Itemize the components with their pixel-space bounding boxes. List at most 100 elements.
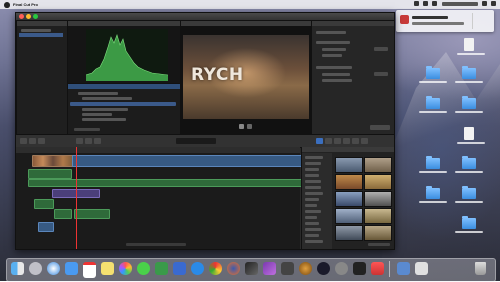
volume-icon[interactable]	[423, 1, 428, 6]
folder-icon[interactable]	[426, 96, 440, 109]
folder-icon[interactable]	[462, 66, 476, 79]
folder-icon[interactable]	[426, 186, 440, 199]
audio-clip[interactable]	[28, 179, 302, 187]
effects-category[interactable]	[305, 186, 321, 189]
video-clip-thumbnail[interactable]	[32, 155, 74, 167]
messages-icon[interactable]	[137, 262, 150, 275]
mail-icon[interactable]	[65, 262, 78, 275]
window-titlebar[interactable]	[16, 13, 394, 20]
effects-category[interactable]	[305, 204, 317, 207]
lion-app-icon[interactable]	[299, 262, 312, 275]
notification-center-icon[interactable]	[491, 1, 496, 6]
effects-category[interactable]	[305, 168, 319, 171]
audio-clip[interactable]	[74, 209, 110, 219]
wifi-icon[interactable]	[414, 1, 419, 6]
audio-clip[interactable]	[28, 169, 72, 179]
list-item[interactable]	[82, 97, 132, 100]
timeline-ruler[interactable]	[16, 147, 300, 153]
chrome-icon[interactable]	[209, 262, 222, 275]
effect-thumbnail[interactable]	[335, 208, 363, 224]
effects-category[interactable]	[305, 180, 321, 183]
list-item[interactable]	[82, 113, 112, 116]
effects-category[interactable]	[305, 192, 323, 195]
effects-category[interactable]	[305, 216, 317, 219]
play-button[interactable]	[239, 124, 244, 129]
inspector-section-label[interactable]	[316, 66, 352, 69]
notification-close-button[interactable]	[472, 13, 493, 29]
menu-app-name[interactable]: Final Cut Pro	[13, 2, 38, 7]
minimize-window-button[interactable]	[26, 14, 31, 19]
list-item-selected[interactable]	[70, 102, 176, 106]
folder-icon[interactable]	[426, 66, 440, 79]
timecode-display[interactable]	[176, 138, 216, 144]
effect-thumbnail[interactable]	[364, 174, 392, 190]
effect-thumbnail[interactable]	[335, 191, 363, 207]
inspector-section-label[interactable]	[316, 41, 350, 44]
final-cut-pro-icon[interactable]	[245, 262, 258, 275]
steam-icon[interactable]	[317, 262, 330, 275]
compressor-icon[interactable]	[281, 262, 294, 275]
launchpad-icon[interactable]	[29, 262, 42, 275]
effects-category[interactable]	[305, 240, 323, 243]
zoom-window-button[interactable]	[33, 14, 38, 19]
keynote-icon[interactable]	[173, 262, 186, 275]
effect-thumbnail[interactable]	[335, 157, 363, 173]
unity-icon[interactable]	[353, 262, 366, 275]
battery-icon[interactable]	[432, 1, 437, 6]
effects-category[interactable]	[305, 198, 319, 201]
effects-category[interactable]	[305, 162, 321, 165]
effects-category[interactable]	[305, 156, 323, 159]
spotlight-icon[interactable]	[482, 1, 487, 6]
generators-browser-button[interactable]	[343, 138, 350, 144]
effects-category[interactable]	[305, 234, 319, 237]
effects-category[interactable]	[305, 210, 321, 213]
library-item-selected[interactable]	[19, 33, 63, 37]
effects-category[interactable]	[305, 222, 319, 225]
list-item[interactable]	[78, 92, 118, 95]
transitions-browser-button[interactable]	[361, 138, 368, 144]
library-item[interactable]	[21, 29, 51, 32]
folder-icon[interactable]	[426, 156, 440, 169]
close-window-button[interactable]	[19, 14, 24, 19]
documents-stack-icon[interactable]	[415, 262, 428, 275]
notification-banner[interactable]	[396, 10, 494, 32]
import-button[interactable]	[20, 138, 27, 144]
save-effects-preset-button[interactable]	[370, 125, 390, 130]
inspector-section-label[interactable]	[316, 31, 346, 34]
folder-icon[interactable]	[462, 156, 476, 169]
app-store-icon[interactable]	[191, 262, 204, 275]
inspector-value-field[interactable]	[374, 47, 388, 51]
themes-browser-button[interactable]	[352, 138, 359, 144]
effects-category[interactable]	[305, 228, 321, 231]
append-clip-button[interactable]	[94, 138, 101, 144]
photos-icon[interactable]	[119, 262, 132, 275]
effect-thumbnail[interactable]	[335, 174, 363, 190]
motion-icon[interactable]	[263, 262, 276, 275]
folder-icon[interactable]	[462, 96, 476, 109]
effects-browser-button[interactable]	[316, 138, 323, 144]
keyword-button[interactable]	[29, 138, 36, 144]
audio-clip[interactable]	[54, 209, 72, 219]
effect-thumbnail[interactable]	[364, 225, 392, 241]
connect-clip-button[interactable]	[76, 138, 83, 144]
effect-thumbnail[interactable]	[335, 225, 363, 241]
list-item[interactable]	[82, 108, 128, 111]
effect-thumbnail[interactable]	[364, 191, 392, 207]
audio-clip[interactable]	[34, 199, 54, 209]
titles-browser-button[interactable]	[334, 138, 341, 144]
video-clip[interactable]	[72, 155, 302, 167]
effect-thumbnail[interactable]	[364, 208, 392, 224]
effects-category[interactable]	[305, 174, 319, 177]
notes-icon[interactable]	[101, 262, 114, 275]
document-icon[interactable]	[464, 38, 474, 51]
system-prefs-icon[interactable]	[335, 262, 348, 275]
timeline-playhead[interactable]	[76, 147, 77, 249]
document-icon[interactable]	[464, 127, 474, 140]
numbers-icon[interactable]	[155, 262, 168, 275]
calendar-icon[interactable]	[83, 262, 96, 278]
firefox-icon[interactable]	[227, 262, 240, 275]
photos-browser-button[interactable]	[325, 138, 332, 144]
inspector-value-field[interactable]	[374, 72, 388, 76]
video-clip[interactable]	[38, 222, 54, 232]
timeline-panel[interactable]	[16, 147, 302, 249]
